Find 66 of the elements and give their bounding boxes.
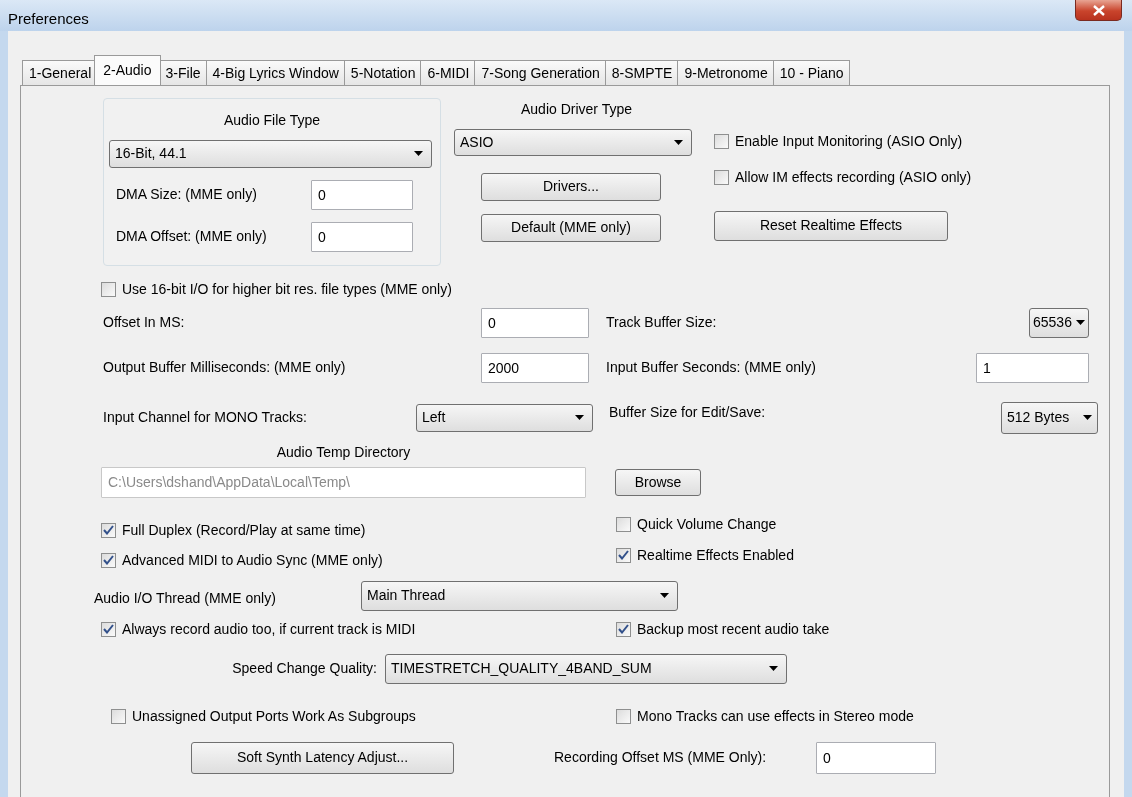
dropdown[interactable]: Left bbox=[416, 403, 593, 432]
input-field[interactable]: 0 bbox=[481, 307, 589, 338]
input-field[interactable]: 0 bbox=[311, 179, 413, 210]
tab[interactable]: 6-MIDI bbox=[420, 59, 476, 85]
tab[interactable]: 9-Metronome bbox=[677, 59, 774, 85]
checkbox[interactable]: Use 16-bit I/O for higher bit res. file types (MME only) bbox=[101, 279, 452, 300]
field-label: Recording Offset MS (MME Only): bbox=[554, 748, 768, 767]
dropdown[interactable]: 512 Bytes bbox=[1001, 401, 1098, 434]
dropdown[interactable]: 65536 bbox=[1029, 307, 1089, 338]
field-label: Offset In MS: bbox=[103, 313, 186, 332]
dropdown[interactable]: ASIO bbox=[454, 128, 692, 156]
checkbox[interactable]: Realtime Effects Enabled bbox=[616, 544, 794, 566]
caret-icon bbox=[769, 666, 778, 671]
input-field[interactable]: 1 bbox=[976, 352, 1089, 383]
tab[interactable]: 10 - Piano bbox=[772, 59, 850, 85]
field-label: Input Buffer Seconds: (MME only) bbox=[606, 358, 817, 377]
push-button[interactable]: Reset Realtime Effects bbox=[714, 210, 948, 241]
dropdown[interactable]: 16-Bit, 44.1 bbox=[109, 139, 432, 168]
caret-icon bbox=[674, 139, 683, 145]
tab[interactable]: 2-Audio bbox=[94, 54, 161, 85]
field-label: Buffer Size for Edit/Save: bbox=[609, 402, 767, 422]
field-label: Audio Driver Type bbox=[520, 99, 633, 119]
checkmark-icon bbox=[103, 525, 114, 535]
checkmark-icon bbox=[103, 555, 114, 565]
input-field[interactable]: 0 bbox=[816, 741, 936, 774]
caret-icon bbox=[1076, 320, 1085, 325]
push-button[interactable]: Default (MME only) bbox=[481, 213, 661, 242]
field-label: Audio Temp Directory bbox=[275, 442, 412, 462]
checkbox[interactable]: Quick Volume Change bbox=[616, 513, 794, 535]
tab[interactable]: 5-Notation bbox=[343, 59, 422, 85]
checkbox[interactable]: Full Duplex (Record/Play at same time) bbox=[101, 519, 616, 541]
checkbox[interactable]: Backup most recent audio take bbox=[616, 618, 830, 640]
checkmark-icon bbox=[618, 624, 629, 634]
tab[interactable]: 4-Big Lyrics Window bbox=[205, 59, 345, 85]
dropdown[interactable]: Main Thread bbox=[361, 580, 678, 611]
checkbox[interactable]: Enable Input Monitoring (ASIO Only) bbox=[714, 130, 963, 152]
tab[interactable]: 3-File bbox=[158, 59, 207, 85]
tab[interactable]: 7-Song Generation bbox=[474, 59, 606, 85]
field-label: Track Buffer Size: bbox=[606, 313, 718, 332]
checkmark-icon bbox=[618, 550, 629, 560]
checkbox[interactable]: Always record audio too, if current track is MIDI bbox=[101, 618, 616, 640]
push-button[interactable]: Soft Synth Latency Adjust... bbox=[191, 741, 454, 774]
field-label: Speed Change Quality: bbox=[231, 659, 377, 678]
checkbox[interactable]: Unassigned Output Ports Work As Subgroups bbox=[111, 705, 616, 727]
field-label: Audio I/O Thread (MME only) bbox=[94, 589, 277, 608]
checkbox[interactable]: Allow IM effects recording (ASIO only) bbox=[714, 166, 972, 188]
field-label: DMA Size: (MME only) bbox=[116, 185, 258, 204]
close-button[interactable] bbox=[1075, 0, 1122, 21]
field-label: Input Channel for MONO Tracks: bbox=[103, 408, 308, 427]
group-title: Audio File Type bbox=[222, 110, 322, 130]
checkbox[interactable]: Mono Tracks can use effects in Stereo mode bbox=[616, 705, 914, 727]
checkbox[interactable]: Advanced MIDI to Audio Sync (MME only) bbox=[101, 549, 616, 571]
field-label: Output Buffer Milliseconds: (MME only) bbox=[103, 358, 347, 377]
caret-icon bbox=[575, 415, 584, 420]
input-field[interactable]: 2000 bbox=[481, 352, 589, 383]
close-icon bbox=[1092, 4, 1105, 16]
push-button[interactable]: Drivers... bbox=[481, 172, 661, 201]
field-label: DMA Offset: (MME only) bbox=[116, 227, 268, 246]
caret-icon bbox=[414, 151, 423, 156]
input-field[interactable]: 0 bbox=[311, 221, 413, 252]
dropdown[interactable]: TIMESTRETCH_QUALITY_4BAND_SUM bbox=[385, 653, 787, 684]
tab[interactable]: 8-SMPTE bbox=[604, 59, 679, 85]
checkmark-icon bbox=[103, 624, 114, 634]
caret-icon bbox=[1083, 415, 1092, 420]
caret-icon bbox=[660, 593, 669, 598]
window-title: Preferences bbox=[8, 9, 89, 29]
